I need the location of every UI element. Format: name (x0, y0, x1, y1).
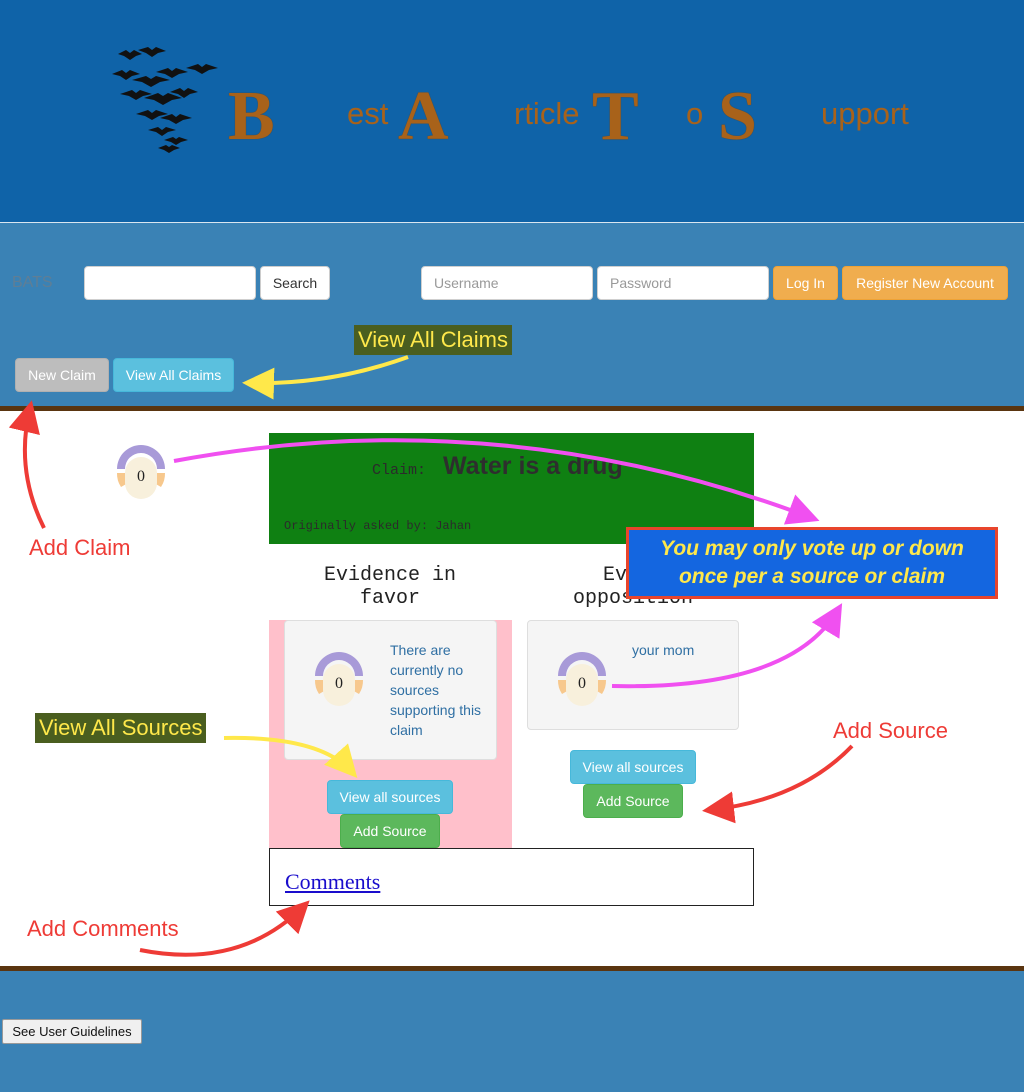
favor-source-text[interactable]: There are currently no sources supportin… (390, 640, 494, 740)
title-word-rticle: rticle (514, 96, 580, 131)
vote-note-line1: You may only vote up or down (660, 537, 964, 560)
claim-title: Water is a drug (443, 452, 623, 480)
favor-source-line: There are (390, 642, 451, 658)
favor-vote-badge[interactable]: 0 (314, 650, 364, 706)
title-word-est: est (347, 96, 389, 131)
favor-source-line: sources (390, 682, 440, 698)
register-button[interactable]: Register New Account (842, 266, 1008, 300)
opposition-source-text[interactable]: your mom (632, 640, 694, 660)
arrow-add-source (702, 744, 854, 824)
favor-source-line: supporting this (390, 702, 482, 718)
favor-view-all-sources-button[interactable]: View all sources (327, 780, 453, 814)
claim-asked-by: Originally asked by: Jahan (284, 519, 472, 533)
annotation-vote-note: You may only vote up or down once per a … (626, 527, 998, 599)
password-field[interactable] (597, 266, 769, 300)
search-button[interactable]: Search (260, 266, 330, 300)
title-letter-s: S (718, 78, 758, 155)
favor-heading-line1: Evidence in (323, 564, 457, 587)
comments-link[interactable]: Comments (285, 869, 380, 895)
annotation-view-all-sources: View All Sources (35, 713, 207, 743)
claim-vote-badge[interactable]: 0 (116, 443, 166, 499)
claim-label: Claim: (372, 462, 427, 479)
title-letter-b: B (228, 78, 276, 155)
title-word-o: o (686, 96, 704, 131)
opposition-add-source-button[interactable]: Add Source (583, 784, 683, 818)
favor-source-line: claim (390, 722, 423, 738)
user-guidelines-button[interactable]: See User Guidelines (2, 1019, 142, 1044)
favor-heading-line2: favor (359, 587, 420, 610)
opposition-vote-count: 0 (578, 675, 586, 692)
title-word-upport: upport (821, 96, 909, 131)
footer (0, 971, 1024, 1092)
new-claim-button[interactable]: New Claim (15, 358, 109, 392)
favor-add-source-button[interactable]: Add Source (340, 814, 440, 848)
opposition-vote-badge[interactable]: 0 (557, 650, 607, 706)
claim-vote-count: 0 (137, 468, 145, 485)
favor-heading: Evidence in favor (290, 564, 490, 610)
bat-swarm-icon (112, 47, 218, 153)
arrow-add-claim (8, 400, 46, 529)
vote-note-line2: once per a source or claim (678, 565, 946, 588)
login-button[interactable]: Log In (773, 266, 838, 300)
username-field[interactable] (421, 266, 593, 300)
title-letter-a: A (398, 78, 450, 155)
divider-top (0, 406, 1024, 411)
title-letter-t: T (592, 78, 640, 155)
favor-source-line: currently no (390, 662, 464, 678)
annotation-add-source: Add Source (833, 718, 948, 743)
annotation-add-comments: Add Comments (27, 916, 179, 941)
opposition-view-all-sources-button[interactable]: View all sources (570, 750, 696, 784)
annotation-add-claim: Add Claim (29, 535, 131, 560)
annotation-view-all-claims: View All Claims (354, 325, 512, 355)
search-input[interactable] (84, 266, 256, 300)
favor-vote-count: 0 (335, 675, 343, 692)
navbar-brand[interactable]: BATS (12, 274, 53, 292)
view-all-claims-button[interactable]: View All Claims (113, 358, 234, 392)
